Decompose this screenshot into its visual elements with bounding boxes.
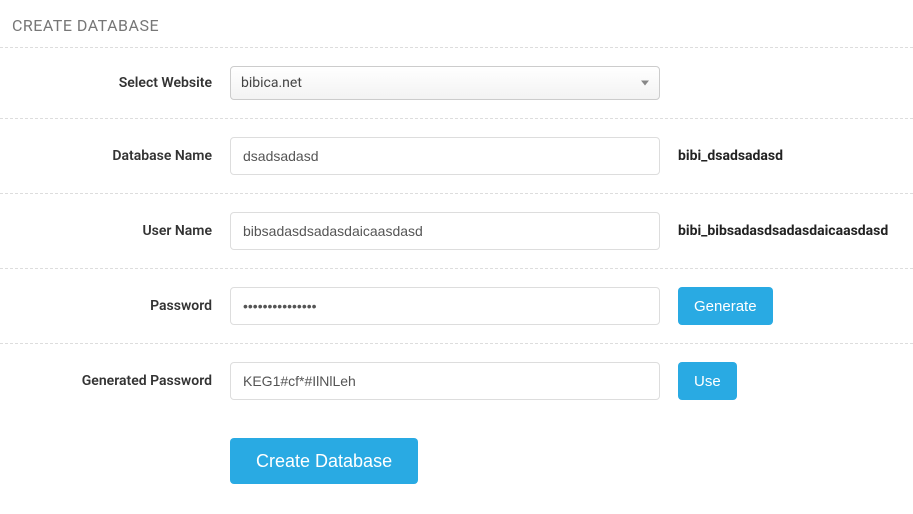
- row-select-website: Select Website bibica.net: [0, 47, 913, 118]
- row-user-name: User Name bibi_bibsadasdsadasdaicaasdasd: [0, 193, 913, 268]
- label-user-name: User Name: [0, 223, 230, 239]
- row-password: Password Generate: [0, 268, 913, 343]
- label-select-website: Select Website: [0, 75, 230, 91]
- password-input[interactable]: [230, 287, 660, 325]
- page-title: CREATE DATABASE: [0, 0, 913, 47]
- row-generated-password: Generated Password Use: [0, 343, 913, 418]
- use-button[interactable]: Use: [678, 362, 737, 400]
- user-name-fullname: bibi_bibsadasdsadasdaicaasdasd: [660, 223, 888, 239]
- generate-button[interactable]: Generate: [678, 287, 773, 325]
- select-website-value: bibica.net: [241, 75, 302, 91]
- select-website[interactable]: bibica.net: [230, 66, 660, 100]
- user-name-input[interactable]: [230, 212, 660, 250]
- chevron-down-icon: [641, 81, 649, 86]
- label-database-name: Database Name: [0, 148, 230, 164]
- create-database-button[interactable]: Create Database: [230, 438, 418, 484]
- row-database-name: Database Name bibi_dsadsadasd: [0, 118, 913, 193]
- generated-password-input[interactable]: [230, 362, 660, 400]
- database-name-fullname: bibi_dsadsadasd: [660, 148, 783, 164]
- label-generated-password: Generated Password: [0, 373, 230, 389]
- label-password: Password: [0, 298, 230, 314]
- database-name-input[interactable]: [230, 137, 660, 175]
- submit-row: Create Database: [0, 418, 913, 514]
